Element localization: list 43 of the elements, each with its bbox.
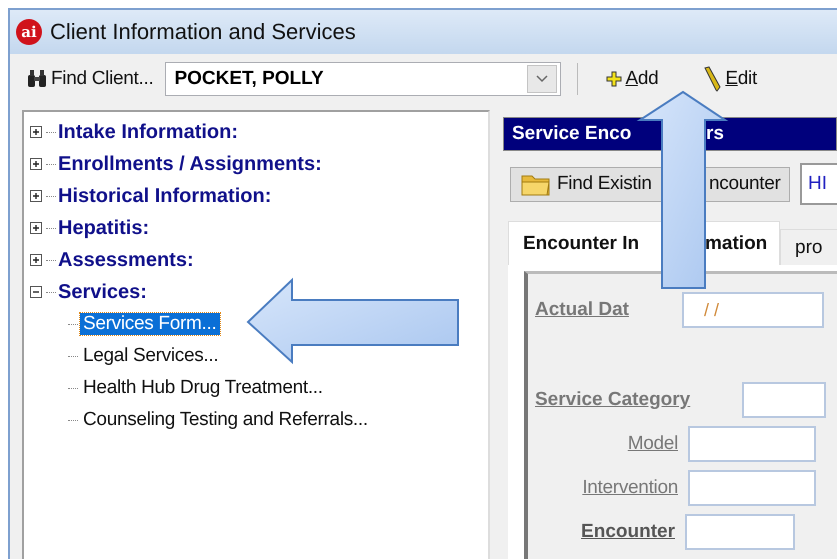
tree-item[interactable]: Services Form... [80,313,220,335]
field-label: Encounter [580,521,675,543]
binoculars-icon [26,69,48,89]
input-field[interactable] [688,426,816,462]
label-fragment: Find Existin [557,173,653,195]
add-button[interactable]: Add [602,66,662,92]
expand-icon[interactable] [30,158,42,170]
expand-icon[interactable] [30,190,42,202]
label-fragment: Encounter In [523,232,640,254]
tree-item[interactable]: Services: [58,280,147,304]
app-logo: ai [16,19,42,45]
input-field[interactable] [742,382,826,418]
tab[interactable]: pro [780,229,837,265]
label-fragment: Service Enco [512,123,632,145]
expand-icon[interactable] [30,222,42,234]
label-fragment: ncounter [709,173,782,195]
client-combo-box[interactable]: POCKET, POLLY [165,62,562,96]
program-field[interactable]: HI [800,163,837,205]
collapse-icon[interactable] [30,286,42,298]
plus-icon [606,71,622,87]
expand-icon[interactable] [30,254,42,266]
tree-item[interactable]: Assessments: [58,248,194,272]
field-label: Model [626,433,678,455]
find-client-button[interactable]: Find Client... [22,66,158,92]
expand-icon[interactable] [30,126,42,138]
input-field[interactable] [685,514,795,550]
field-label: Intervention [581,477,678,499]
tree-item[interactable]: Counseling Testing and Referrals... [80,409,371,431]
label-fragment: rs [706,123,725,145]
tree-item[interactable]: Health Hub Drug Treatment... [80,377,326,399]
field-label: Actual Dat [535,299,630,321]
tree-item[interactable]: Enrollments / Assignments: [58,152,322,176]
tree-item[interactable]: Hepatitis: [58,216,150,240]
input-field[interactable] [688,470,816,506]
window-title: Client Information and Services [50,19,356,45]
label-fragment: pro [795,236,824,258]
tree-item[interactable]: Legal Services... [80,345,222,367]
pencil-icon [702,66,722,92]
tree-item[interactable]: Historical Information: [58,184,272,208]
field-label: Service Category [535,389,692,411]
edit-button[interactable]: Edit [698,64,761,94]
tree-item[interactable]: Intake Information: [58,120,238,144]
label-fragment: mation [705,232,768,254]
